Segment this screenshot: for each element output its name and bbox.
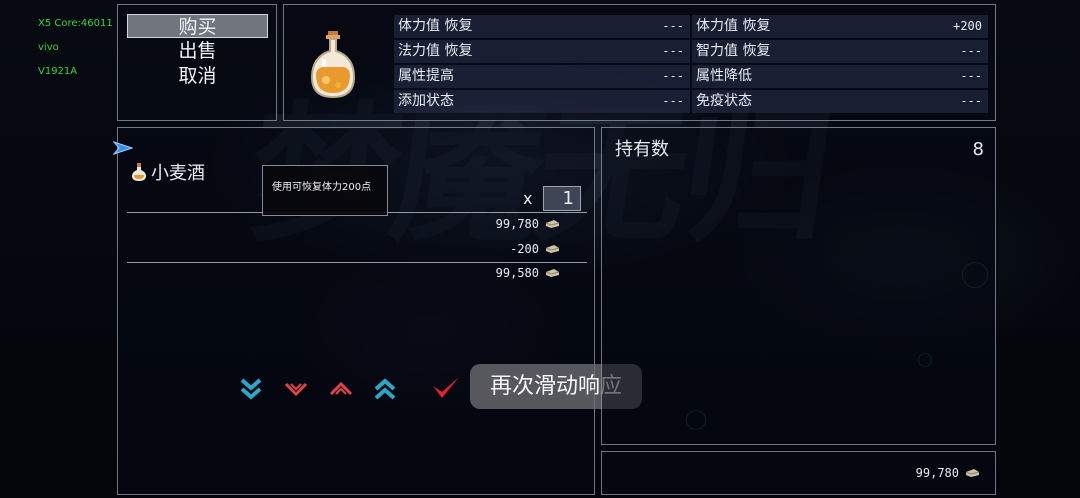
double-down-icon[interactable] [238,376,264,402]
cost-row: -200 [440,240,560,258]
coin-icon [545,245,560,253]
device-model: V1921A [38,66,78,77]
double-up-icon[interactable] [372,376,398,402]
stat-row: 体力值 恢复 --- [394,15,690,38]
current-money-row: 99,780 [440,215,560,233]
owned-window [601,127,996,445]
item-status-window: 体力值 恢复 --- 法力值 恢复 --- 属性提高 --- 添加状态 --- … [283,4,996,121]
stat-row: 智力值 恢复 --- [692,40,988,63]
stat-row: 添加状态 --- [394,90,690,113]
current-money: 99,780 [495,217,539,231]
stat-label: 体力值 恢复 [696,18,771,34]
item-tooltip: 使用可恢复体力200点 [262,165,388,216]
stat-label: 法力值 恢复 [398,43,473,59]
stat-value: --- [960,94,982,108]
stat-row: 属性降低 --- [692,65,988,88]
up-icon[interactable] [328,376,354,402]
item-name-row[interactable]: 小麦酒 [131,161,205,187]
stat-value: --- [960,69,982,83]
coin-icon [965,469,980,477]
command-window: 购买 出售 取消 [117,4,277,121]
stat-value: --- [662,94,684,108]
item-name: 小麦酒 [151,163,205,184]
after-money-row: 99,580 [440,264,560,282]
stat-label: 免疫状态 [696,93,752,109]
stat-label: 添加状态 [398,93,454,109]
stat-value: +200 [953,19,982,33]
stat-row: 法力值 恢复 --- [394,40,690,63]
quantity-field[interactable]: 1 [543,186,581,211]
stat-row: 属性提高 --- [394,65,690,88]
buy-command[interactable]: 购买 [127,14,268,38]
potion-icon [310,31,356,99]
device-core: X5 Core:46011 [38,18,113,29]
stat-label: 体力值 恢复 [398,18,473,34]
stat-label: 智力值 恢复 [696,43,771,59]
sell-command[interactable]: 出售 [127,39,268,63]
device-brand: vivo [38,42,59,53]
money-after-purchase: 99,580 [495,266,539,280]
stat-row: 免疫状态 --- [692,90,988,113]
stat-value: --- [662,69,684,83]
purchase-cost: -200 [510,242,539,256]
owned-count: 8 [972,139,984,160]
cursor-arrow-icon [113,141,133,155]
stat-label: 属性提高 [398,68,454,84]
stat-value: --- [662,19,684,33]
gold-row: 99,780 [840,464,980,482]
divider [127,262,587,263]
stat-row: 体力值 恢复 +200 [692,15,988,38]
stat-value: --- [662,44,684,58]
owned-label: 持有数 [615,139,669,160]
coin-icon [545,269,560,277]
down-icon[interactable] [283,376,309,402]
cancel-command[interactable]: 取消 [127,64,268,88]
check-icon[interactable] [431,374,461,402]
stat-label: 属性降低 [696,68,752,84]
quantity-prefix: x [523,189,533,208]
stat-value: --- [960,44,982,58]
coin-icon [545,220,560,228]
potion-icon [132,163,146,181]
gold-amount: 99,780 [915,466,959,480]
device-info: X5 Core:46011 vivo V1921A [38,12,113,84]
